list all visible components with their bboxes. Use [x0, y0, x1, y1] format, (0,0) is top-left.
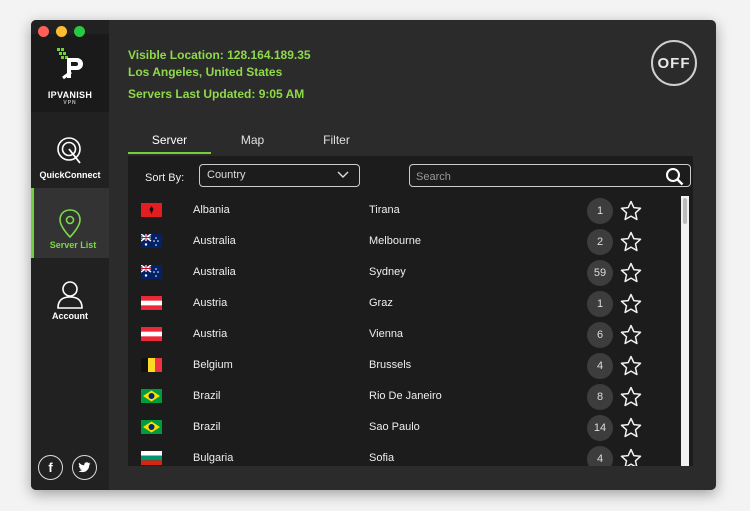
- tab-filter[interactable]: Filter: [295, 130, 378, 154]
- server-country: Austria: [193, 328, 228, 340]
- server-count-badge: 6: [587, 322, 613, 348]
- brazil-flag-icon: [141, 420, 162, 434]
- server-city: Sofia: [369, 452, 395, 464]
- bulgaria-flag-icon: [141, 451, 162, 465]
- sidebar-item-account[interactable]: Account: [31, 260, 109, 330]
- brand-name: IPVANISH: [47, 90, 93, 100]
- server-country: Australia: [193, 266, 236, 278]
- server-row[interactable]: Austria Vienna 6: [128, 320, 678, 351]
- server-row[interactable]: Albania Tirana 1: [128, 196, 678, 227]
- server-country: Bulgaria: [193, 452, 234, 464]
- favorite-star-icon[interactable]: [619, 385, 643, 409]
- australia-flag-icon: [141, 234, 162, 248]
- server-list-panel: Sort By: Country Albania Tirana: [128, 156, 693, 466]
- server-city: Graz: [369, 297, 393, 309]
- favorite-star-icon[interactable]: [619, 292, 643, 316]
- sidebar-item-label: Account: [52, 311, 88, 321]
- favorite-star-icon[interactable]: [619, 354, 643, 378]
- server-city: Tirana: [369, 204, 400, 216]
- visible-location: Visible Location: 128.164.189.35: [128, 48, 311, 62]
- zoom-window-button[interactable]: [74, 26, 85, 37]
- sidebar: IPVANISH VPN QuickConnect Server List Ac…: [31, 20, 109, 490]
- brazil-flag-icon: [141, 389, 162, 403]
- server-row[interactable]: Bulgaria Sofia 4: [128, 444, 678, 466]
- server-country: Brazil: [193, 390, 221, 402]
- scrollbar-thumb[interactable]: [683, 198, 687, 224]
- facebook-icon[interactable]: f: [38, 455, 63, 480]
- austria-flag-icon: [141, 296, 162, 310]
- server-count-badge: 1: [587, 291, 613, 317]
- user-icon: [57, 281, 83, 309]
- favorite-star-icon[interactable]: [619, 199, 643, 223]
- server-city: Sao Paulo: [369, 421, 420, 433]
- sort-dropdown[interactable]: Country: [199, 164, 360, 187]
- chevron-down-icon: [337, 171, 349, 178]
- social-links: f: [38, 455, 97, 480]
- server-count-badge: 4: [587, 446, 613, 466]
- server-row[interactable]: Brazil Rio De Janeiro 8: [128, 382, 678, 413]
- server-list: Albania Tirana 1 Australia Melbourne 2 A…: [128, 196, 693, 466]
- twitter-bird-icon: [78, 462, 91, 473]
- search-icon[interactable]: [665, 167, 684, 186]
- server-count-badge: 2: [587, 229, 613, 255]
- server-count-badge: 59: [587, 260, 613, 286]
- server-count-badge: 8: [587, 384, 613, 410]
- server-city: Melbourne: [369, 235, 421, 247]
- close-window-button[interactable]: [38, 26, 49, 37]
- server-count-badge: 1: [587, 198, 613, 224]
- app-window: IPVANISH VPN QuickConnect Server List Ac…: [31, 20, 716, 490]
- tab-server[interactable]: Server: [128, 130, 211, 154]
- server-country: Belgium: [193, 359, 233, 371]
- server-country: Australia: [193, 235, 236, 247]
- connection-toggle-button[interactable]: OFF: [651, 40, 697, 86]
- server-city: Brussels: [369, 359, 412, 371]
- sidebar-item-quickconnect[interactable]: QuickConnect: [31, 118, 109, 188]
- sidebar-item-label: QuickConnect: [39, 170, 101, 180]
- minimize-window-button[interactable]: [56, 26, 67, 37]
- twitter-icon[interactable]: [72, 455, 97, 480]
- server-city: Rio De Janeiro: [369, 390, 442, 402]
- server-row[interactable]: Australia Sydney 59: [128, 258, 678, 289]
- logo: IPVANISH VPN: [31, 34, 109, 112]
- austria-flag-icon: [141, 327, 162, 341]
- location-city: Los Angeles, United States: [128, 65, 283, 79]
- server-country: Brazil: [193, 421, 221, 433]
- sidebar-item-label: Server List: [49, 240, 97, 250]
- favorite-star-icon[interactable]: [619, 323, 643, 347]
- map-pin-icon: [59, 209, 81, 239]
- server-row[interactable]: Austria Graz 1: [128, 289, 678, 320]
- ipvanish-logo-icon: [57, 48, 83, 80]
- servers-last-updated: Servers Last Updated: 9:05 AM: [128, 87, 305, 101]
- australia-flag-icon: [141, 265, 162, 279]
- server-city: Sydney: [369, 266, 406, 278]
- sort-by-label: Sort By:: [145, 172, 185, 184]
- favorite-star-icon[interactable]: [619, 447, 643, 466]
- server-row[interactable]: Belgium Brussels 4: [128, 351, 678, 382]
- sidebar-item-server-list[interactable]: Server List: [31, 188, 109, 258]
- search-box: [409, 164, 691, 188]
- favorite-star-icon[interactable]: [619, 261, 643, 285]
- server-count-badge: 4: [587, 353, 613, 379]
- server-row[interactable]: Brazil Sao Paulo 14: [128, 413, 678, 444]
- server-list-scrollbar[interactable]: [681, 196, 689, 466]
- tab-map[interactable]: Map: [211, 130, 294, 154]
- belgium-flag-icon: [141, 358, 162, 372]
- favorite-star-icon[interactable]: [619, 416, 643, 440]
- quickconnect-icon: [57, 137, 81, 164]
- server-country: Austria: [193, 297, 228, 309]
- server-city: Vienna: [369, 328, 404, 340]
- albania-flag-icon: [141, 203, 162, 217]
- tab-bar: Server Map Filter: [128, 130, 693, 154]
- search-input[interactable]: [410, 165, 658, 188]
- sort-dropdown-value: Country: [207, 169, 246, 181]
- server-row[interactable]: Australia Melbourne 2: [128, 227, 678, 258]
- brand-sub: VPN: [63, 100, 77, 106]
- favorite-star-icon[interactable]: [619, 230, 643, 254]
- server-count-badge: 14: [587, 415, 613, 441]
- window-controls: [38, 26, 85, 37]
- server-country: Albania: [193, 204, 230, 216]
